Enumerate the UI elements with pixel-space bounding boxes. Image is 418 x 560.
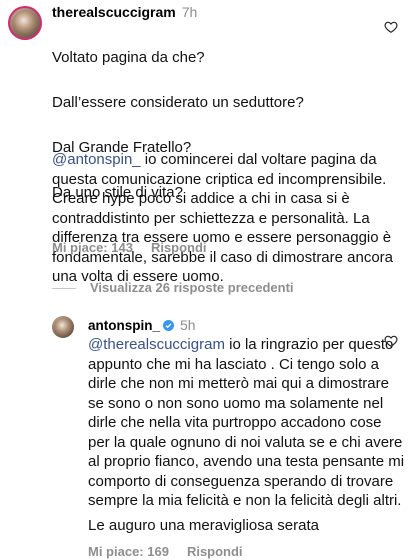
mention-link[interactable]: @antonspin_ — [52, 151, 141, 168]
comment-time: 7h — [181, 4, 198, 20]
mention-link[interactable]: @therealscuccigram — [88, 336, 225, 353]
reply-text: io comincerei dal voltare pagina da ques… — [52, 151, 394, 285]
comment-time: 5h — [180, 317, 196, 333]
likes-count[interactable]: Mi piace: 143 — [52, 240, 133, 255]
comment-text: io la ringrazio per questo appunto che m… — [88, 336, 405, 509]
comment-closing: Le auguro una meravigliosa serata — [88, 517, 319, 534]
reply-button[interactable]: Rispondi — [187, 544, 243, 559]
avatar[interactable] — [52, 316, 74, 338]
view-more-replies[interactable]: Visualizza 26 risposte precedenti — [52, 280, 294, 295]
like-heart-icon[interactable] — [384, 20, 398, 34]
comment-username[interactable]: therealscuccigram — [52, 4, 176, 20]
comment-line: Voltato pagina da che? — [52, 48, 205, 66]
likes-count[interactable]: Mi piace: 169 — [88, 544, 169, 559]
reply-meta: Mi piace: 143 Rispondi — [52, 240, 225, 255]
like-heart-icon[interactable] — [384, 334, 398, 348]
comment-username[interactable]: antonspin_ — [88, 318, 160, 333]
comment-line: Dall’essere considerato un seduttore? — [52, 93, 304, 111]
reply-body: @antonspin_ io comincerei dal voltare pa… — [52, 150, 404, 287]
reply-button[interactable]: Rispondi — [151, 240, 207, 255]
avatar[interactable] — [8, 6, 42, 40]
view-more-label: Visualizza 26 risposte precedenti — [90, 280, 294, 295]
divider-line — [52, 288, 76, 290]
verified-badge-icon — [163, 318, 175, 331]
comment-body: @therealscuccigram io la ringrazio per q… — [88, 335, 406, 511]
comment-meta: Mi piace: 169 Rispondi — [88, 544, 261, 559]
